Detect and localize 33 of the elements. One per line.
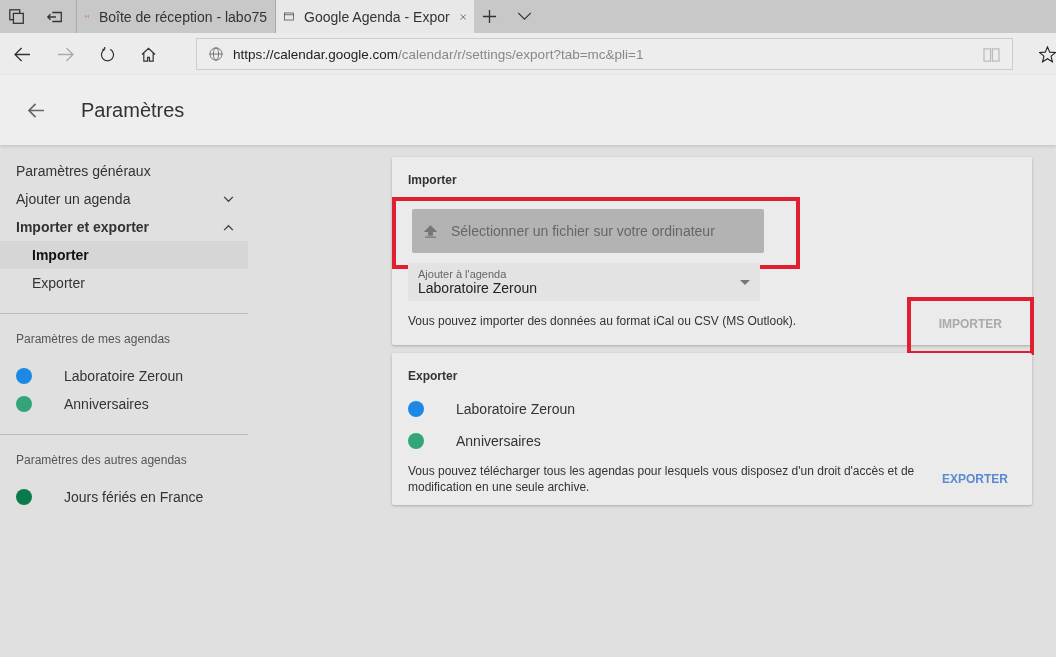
calendar-item[interactable]: Jours fériés en France xyxy=(0,483,248,511)
page-title: Paramètres xyxy=(81,98,185,122)
import-note: Vous pouvez importer des données au format iCal ou CSV (MS Outlook). xyxy=(408,313,797,329)
upload-icon xyxy=(424,224,437,238)
star-icon[interactable] xyxy=(1039,45,1056,63)
calendar-item[interactable]: Laboratoire Zeroun xyxy=(408,393,1016,425)
address-bar[interactable]: https://calendar.google.com/calendar/r/settings/export?tab=mc&pli=1 xyxy=(195,38,1014,70)
calendar-item[interactable]: Anniversaires xyxy=(408,425,1016,457)
calendar-item[interactable]: Anniversaires xyxy=(0,390,248,418)
calendar-select[interactable]: Ajouter à l'agenda Laboratoire Zeroun xyxy=(408,263,760,301)
sidebar-item[interactable]: Exporter xyxy=(0,269,248,297)
section-title: Paramètres de mes agendas xyxy=(15,331,172,348)
home-icon[interactable] xyxy=(140,46,156,62)
dropdown-arrow-icon xyxy=(740,279,750,285)
sidebar-item[interactable]: Importer xyxy=(0,241,248,269)
new-tab-icon[interactable] xyxy=(482,9,497,24)
tabs-icon[interactable] xyxy=(8,7,26,26)
page-icon xyxy=(284,9,295,24)
back-icon[interactable] xyxy=(14,46,31,62)
chevron-down-icon[interactable] xyxy=(517,12,532,21)
globe-icon xyxy=(208,47,223,61)
url-text: https://calendar.google.com/calendar/r/settings/export?tab=mc&pli=1 xyxy=(232,46,645,62)
back-icon[interactable] xyxy=(28,102,45,118)
export-note: Vous pouvez télécharger tous les agendas pour lesquels vous disposez d'un droit d'accès et de modification en une seule archive. xyxy=(408,463,916,495)
browser-tab[interactable]: Google Agenda - Expor xyxy=(275,0,474,33)
calendar-item[interactable]: Laboratoire Zeroun xyxy=(0,362,248,390)
refresh-icon[interactable] xyxy=(99,46,115,62)
sidebar-item[interactable]: Ajouter un agenda xyxy=(0,185,248,213)
sidebar-item[interactable]: Paramètres généraux xyxy=(0,157,248,185)
section-title: Paramètres des autres agendas xyxy=(15,452,188,469)
sidebar-item[interactable]: Importer et exporter xyxy=(0,213,248,241)
card-title: Importer xyxy=(408,173,458,187)
card-title: Exporter xyxy=(408,369,459,383)
